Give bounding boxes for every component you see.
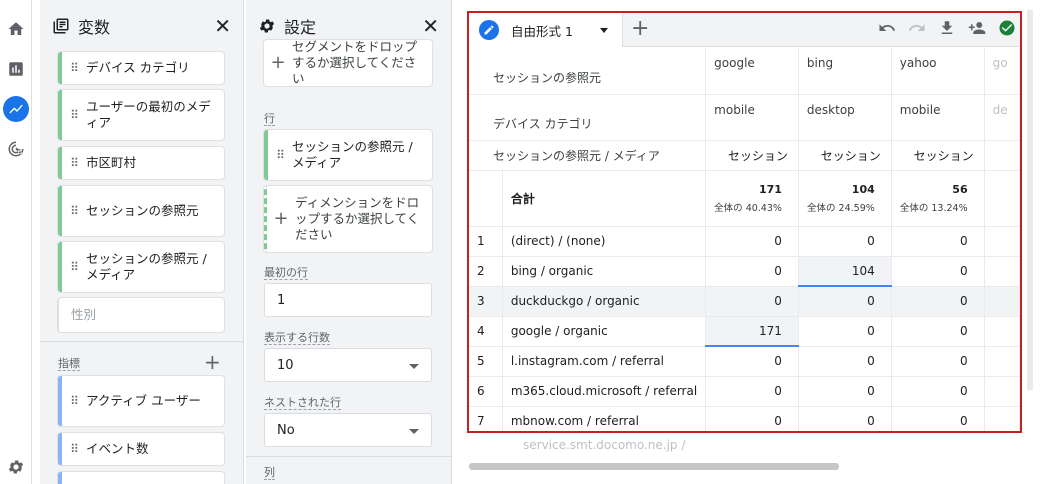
report-canvas: 自由形式 1 + セッションの参照元 google bing yahoo go …: [467, 11, 1022, 433]
header-label: セッションの参照元 / メディア: [469, 140, 707, 171]
table-row[interactable]: 7 mbnow.com / referral 0 0 0: [469, 406, 1020, 431]
explore-icon[interactable]: [3, 96, 29, 122]
add-metric-icon[interactable]: +: [204, 352, 221, 372]
nested-rows-label: ネストされた行: [264, 396, 341, 410]
settings-title: 設定: [284, 18, 317, 37]
gear-icon: [258, 17, 276, 35]
vertical-scrollbar[interactable]: [1027, 10, 1033, 390]
drag-handle-icon[interactable]: ⠿: [62, 61, 86, 75]
metric-chip[interactable]: ⠿ アクティブ ユーザー: [58, 376, 224, 426]
data-table: セッションの参照元 google bing yahoo go デバイス カテゴリ…: [469, 48, 1020, 431]
dimension-chip[interactable]: ⠿ デバイス カテゴリ: [58, 52, 224, 84]
dimension-chip[interactable]: ⠿ 市区町村: [58, 147, 224, 179]
dimension-chip[interactable]: ⠿ セッションの参照元 / メディア: [58, 242, 224, 292]
variables-panel: 変数 ✕ ⠿ デバイス カテゴリ ⠿ ユーザーの最初のメディア ⠿ 市区町村 ⠿…: [40, 0, 244, 484]
table-row[interactable]: 2 bing / organic 0 104 0: [469, 256, 1020, 287]
header-label: デバイス カテゴリ: [469, 94, 707, 141]
first-row-input[interactable]: 1: [264, 283, 432, 317]
metric-header[interactable]: セッション: [705, 140, 799, 171]
drag-handle-icon[interactable]: ⠿: [62, 260, 86, 274]
header-label: セッションの参照元: [469, 48, 707, 95]
show-rows-label: 表示する行数: [264, 331, 330, 345]
app-root: 変数 ✕ ⠿ デバイス カテゴリ ⠿ ユーザーの最初のメディア ⠿ 市区町村 ⠿…: [0, 0, 1046, 484]
variables-icon: [52, 17, 70, 35]
total-cell: 171 全体の 40.43%: [705, 170, 799, 227]
column-header[interactable]: mobile: [705, 94, 799, 141]
column-header[interactable]: go: [984, 48, 1020, 95]
tab-bar: 自由形式 1 +: [469, 13, 1020, 47]
header-row-metric: セッションの参照元 / メディア セッション セッション セッション: [469, 140, 1020, 171]
reports-icon[interactable]: [6, 59, 26, 79]
share-user-icon[interactable]: [968, 19, 986, 37]
table-row[interactable]: 1 (direct) / (none) 0 0 0: [469, 226, 1020, 257]
row-drop-zone[interactable]: + ディメンションをドロップするか選択してください: [264, 186, 432, 252]
column-header[interactable]: desktop: [798, 94, 892, 141]
advertising-icon[interactable]: [6, 139, 26, 159]
totals-row: 合計 171 全体の 40.43% 104 全体の 24.59% 56 全体の 13.…: [469, 170, 1020, 227]
redo-icon[interactable]: [908, 19, 926, 37]
variables-title: 変数: [78, 18, 111, 37]
pencil-icon[interactable]: [479, 20, 499, 40]
dimension-chip-placeholder[interactable]: 性別: [58, 298, 224, 332]
nav-rail: [0, 0, 32, 484]
total-cell: 104 全体の 24.59%: [798, 170, 892, 227]
metric-header[interactable]: セッション: [891, 140, 985, 171]
settings-icon[interactable]: [6, 457, 26, 477]
chevron-down-icon: [409, 429, 419, 434]
close-variables-icon[interactable]: ✕: [214, 16, 231, 36]
segment-drop-zone[interactable]: + セグメントをドロップするか選択してください: [264, 39, 432, 86]
first-row-label: 最初の行: [264, 266, 308, 280]
drag-handle-icon[interactable]: ⠿: [62, 442, 86, 456]
tab-freeform-1[interactable]: 自由形式 1: [469, 13, 623, 47]
horizontal-scrollbar[interactable]: [469, 463, 839, 470]
metric-chip[interactable]: ⠿ イベント数: [58, 433, 224, 465]
download-icon[interactable]: [938, 19, 956, 37]
variables-header: 変数 ✕: [40, 0, 243, 52]
show-rows-select[interactable]: 10: [264, 348, 432, 382]
settings-panel: 設定 ✕ + セグメントをドロップするか選択してください 行 ⠿ セッションの参…: [246, 0, 452, 484]
table-row[interactable]: 3 duckduckgo / organic 0 0 0: [469, 286, 1020, 317]
row-dimension-chip[interactable]: ⠿ セッションの参照元 / メディア: [264, 130, 432, 180]
columns-section-label: 列: [264, 466, 275, 480]
check-circle-icon[interactable]: [998, 19, 1016, 37]
table-row[interactable]: 6 m365.cloud.microsoft / referral 0 0 0: [469, 376, 1020, 407]
add-icon: +: [273, 208, 289, 229]
drag-handle-icon[interactable]: ⠿: [62, 108, 86, 122]
dimension-chip[interactable]: ⠿ セッションの参照元: [58, 186, 224, 236]
total-cell: 56 全体の 13.24%: [891, 170, 985, 227]
rows-section-label: 行: [264, 112, 275, 126]
metric-header[interactable]: セッション: [798, 140, 892, 171]
add-icon: +: [270, 52, 286, 73]
drag-handle-icon[interactable]: ⠿: [62, 204, 86, 218]
header-row-source: セッションの参照元 google bing yahoo go: [469, 48, 1020, 95]
metric-chip-partial[interactable]: [58, 472, 224, 484]
toolbar: [878, 19, 1016, 37]
header-row-device: デバイス カテゴリ mobile desktop mobile de: [469, 94, 1020, 141]
metrics-section-label: 指標: [58, 357, 80, 371]
divider: [40, 341, 243, 342]
dimension-chip[interactable]: ⠿ ユーザーの最初のメディア: [58, 90, 224, 140]
drag-handle-icon[interactable]: ⠿: [62, 156, 86, 170]
chevron-down-icon: [409, 364, 419, 369]
column-header[interactable]: bing: [798, 48, 892, 95]
add-tab-icon[interactable]: +: [631, 18, 649, 40]
close-settings-icon[interactable]: ✕: [422, 16, 439, 36]
table-row[interactable]: 5 l.instagram.com / referral 0 0 0: [469, 346, 1020, 377]
drag-handle-icon[interactable]: ⠿: [62, 394, 86, 408]
column-header[interactable]: mobile: [891, 94, 985, 141]
column-header[interactable]: google: [705, 48, 799, 95]
chevron-down-icon[interactable]: [600, 28, 608, 33]
divider: [246, 456, 451, 457]
nested-rows-select[interactable]: No: [264, 413, 432, 447]
total-label: 合計: [502, 170, 707, 227]
table-row-partial: service.smt.docomo.ne.jp /: [523, 438, 686, 452]
drag-handle-icon[interactable]: ⠿: [268, 148, 292, 162]
undo-icon[interactable]: [878, 19, 896, 37]
table-row[interactable]: 4 google / organic 171 0 0: [469, 316, 1020, 347]
column-header[interactable]: yahoo: [891, 48, 985, 95]
home-icon[interactable]: [6, 19, 26, 39]
column-header[interactable]: de: [984, 94, 1020, 141]
